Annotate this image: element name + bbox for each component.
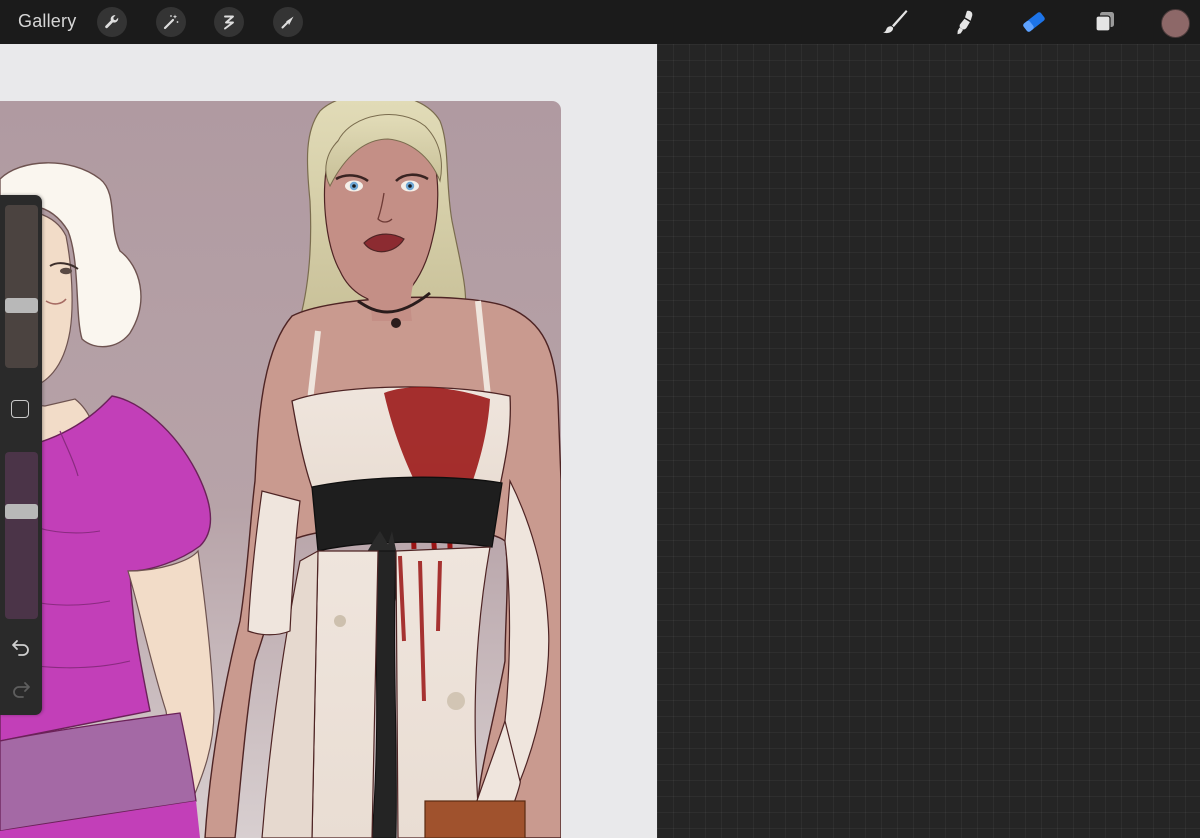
workspace-grid <box>657 44 1200 838</box>
top-toolbar: Gallery <box>0 0 1200 44</box>
wrench-icon <box>105 15 119 29</box>
transform-arrow-icon <box>281 16 294 29</box>
layers-tool[interactable] <box>1089 6 1121 38</box>
undo-icon <box>12 640 29 656</box>
eraser-icon <box>1023 12 1045 32</box>
opacity-slider-thumb[interactable] <box>5 504 38 519</box>
magic-wand-icon <box>163 14 179 30</box>
layers-icon <box>1095 12 1114 32</box>
opacity-slider[interactable] <box>5 452 38 619</box>
undo-button[interactable] <box>9 636 33 658</box>
adjustments-button[interactable] <box>156 7 186 37</box>
artwork-canvas[interactable] <box>0 101 561 838</box>
brush-size-slider-thumb[interactable] <box>5 298 38 313</box>
redo-icon <box>13 682 30 698</box>
selection-icon <box>224 15 234 30</box>
smudge-tool[interactable] <box>948 6 980 38</box>
eraser-tool[interactable] <box>1018 6 1050 38</box>
selection-button[interactable] <box>214 7 244 37</box>
redo-button[interactable] <box>9 678 33 700</box>
transform-button[interactable] <box>273 7 303 37</box>
smudge-icon <box>957 10 973 35</box>
brush-size-slider[interactable] <box>5 205 38 368</box>
color-picker-swatch[interactable] <box>1161 9 1190 38</box>
brush-tool[interactable] <box>878 6 910 38</box>
gallery-button[interactable]: Gallery <box>18 11 76 32</box>
brush-icon <box>883 10 908 34</box>
illustration <box>0 101 561 838</box>
actions-button[interactable] <box>97 7 127 37</box>
left-sidebar <box>0 195 42 715</box>
modify-button[interactable] <box>11 400 29 418</box>
